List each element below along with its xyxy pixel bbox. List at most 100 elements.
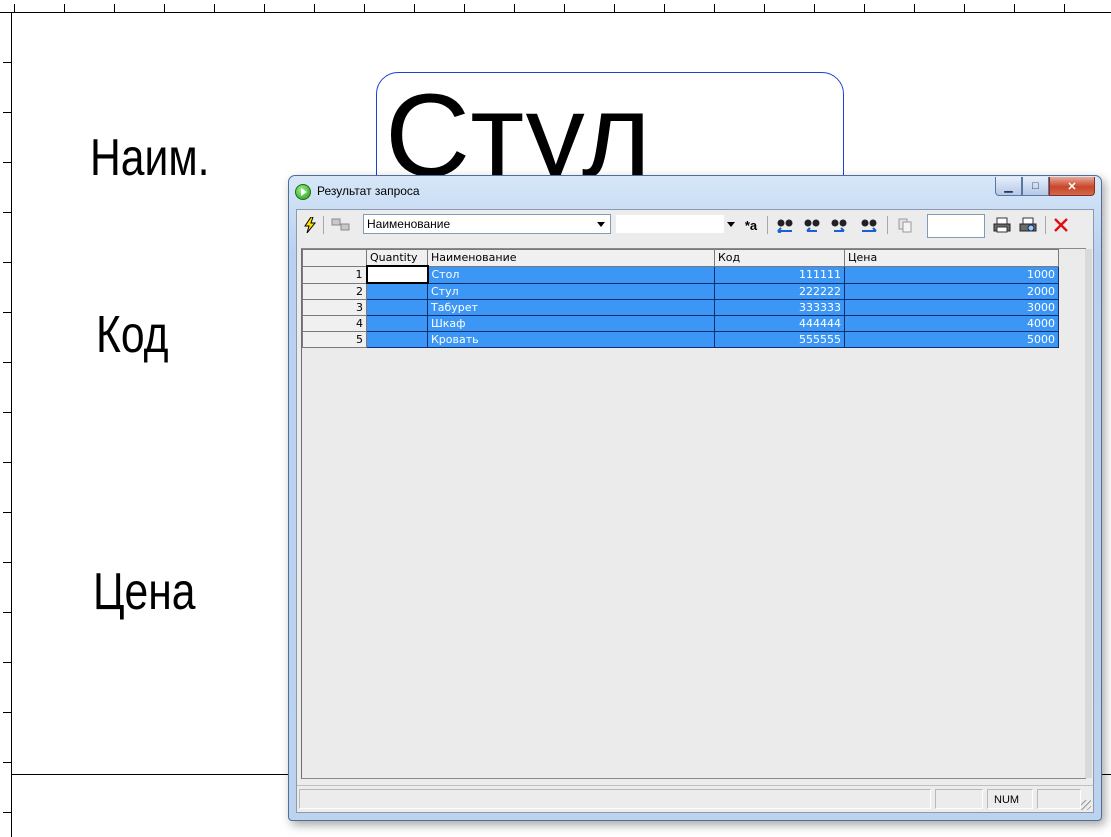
ruler-tick (264, 4, 265, 12)
code-cell[interactable]: 333333 (714, 299, 845, 316)
ruler-tick (564, 4, 565, 12)
label-price[interactable]: Цена (93, 562, 196, 622)
price-cell[interactable]: 2000 (844, 282, 1059, 300)
column-header-code[interactable]: Код (714, 249, 845, 267)
price-cell[interactable]: 1000 (844, 265, 1059, 284)
code-cell[interactable]: 444444 (714, 315, 845, 332)
code-cell[interactable]: 555555 (714, 331, 845, 348)
row-number-cell[interactable]: 5 (302, 331, 367, 348)
name-cell[interactable]: Стол (427, 265, 715, 284)
ruler-tick (314, 4, 315, 12)
search-input[interactable] (615, 214, 725, 234)
toolbar: Наименование *a (297, 210, 1093, 241)
vertical-ruler (0, 12, 12, 837)
ruler-tick (364, 4, 365, 12)
copy-icon[interactable] (893, 215, 917, 235)
status-bar: NUM (297, 785, 1093, 812)
ruler-tick (764, 4, 765, 12)
window-title: Результат запроса (317, 184, 420, 198)
ruler-tick (614, 4, 615, 12)
ruler-tick (3, 662, 11, 663)
code-cell[interactable]: 222222 (714, 282, 845, 300)
quantity-cell[interactable] (366, 282, 428, 300)
price-cell[interactable]: 3000 (844, 299, 1059, 316)
status-pane-main (299, 789, 931, 809)
window-client-area: Наименование *a Quantity Наименование Ко… (296, 209, 1094, 813)
table-row[interactable]: 1 Стол 111111 1000 (302, 265, 1059, 284)
name-cell[interactable]: Табурет (427, 299, 715, 316)
table-body: 1 Стол 111111 1000 2 Стул 222222 2000 3 Табурет 33… (302, 265, 1059, 348)
label-name[interactable]: Наим. (90, 128, 209, 188)
column-header-name[interactable]: Наименование (427, 249, 715, 267)
quantity-cell[interactable] (366, 331, 428, 348)
name-cell[interactable]: Кровать (427, 331, 715, 348)
table-row[interactable]: 2 Стул 222222 2000 (302, 282, 1059, 300)
ruler-tick (3, 462, 11, 463)
ruler-tick (214, 4, 215, 12)
ruler-tick (3, 312, 11, 313)
table-row[interactable]: 3 Табурет 333333 3000 (302, 299, 1059, 316)
filter-icon[interactable] (327, 215, 357, 235)
result-grid[interactable]: Quantity Наименование Код Цена 1 Стол 1111… (301, 248, 1092, 779)
ruler-tick (414, 4, 415, 12)
row-number-cell[interactable]: 2 (302, 282, 367, 300)
title-bar[interactable]: Результат запроса ▁ □ ✕ (289, 176, 1101, 208)
caption-buttons: ▁ □ ✕ (995, 177, 1095, 197)
ruler-tick (64, 4, 65, 12)
label-code[interactable]: Код (96, 305, 169, 365)
table-row[interactable]: 5 Кровать 555555 5000 (302, 331, 1059, 348)
price-cell[interactable]: 5000 (844, 331, 1059, 348)
query-result-window[interactable]: Результат запроса ▁ □ ✕ Наименование *a (288, 175, 1102, 821)
toolbar-separator (887, 216, 888, 234)
resize-grip-icon[interactable] (1081, 800, 1091, 810)
print-icon[interactable] (990, 215, 1014, 235)
result-table: Quantity Наименование Код Цена 1 Стол 1111… (302, 249, 1059, 348)
row-number-cell[interactable]: 1 (302, 265, 367, 284)
search-dropdown-icon[interactable] (727, 222, 735, 227)
quantity-cell[interactable] (366, 315, 428, 332)
ruler-tick (864, 4, 865, 12)
horizontal-ruler (0, 0, 1111, 13)
quantity-cell[interactable] (366, 299, 428, 316)
status-pane-blank (935, 789, 983, 809)
row-number-cell[interactable]: 4 (302, 315, 367, 332)
print-preview-icon[interactable] (1016, 215, 1040, 235)
maximize-button[interactable]: □ (1022, 177, 1049, 196)
column-header-quantity[interactable]: Quantity (366, 249, 428, 267)
minimize-button[interactable]: ▁ (995, 177, 1022, 196)
ruler-tick (514, 4, 515, 12)
column-header-price[interactable]: Цена (844, 249, 1059, 267)
ruler-tick (714, 4, 715, 12)
value-input[interactable] (927, 214, 985, 238)
find-next-icon[interactable] (827, 215, 851, 235)
lightning-icon[interactable] (301, 215, 319, 235)
column-header-rownum[interactable] (302, 249, 367, 267)
find-prev-icon[interactable] (800, 215, 824, 235)
quantity-cell[interactable] (365, 265, 429, 284)
close-x-icon[interactable] (1049, 215, 1073, 235)
close-button[interactable]: ✕ (1049, 177, 1095, 196)
code-cell[interactable]: 111111 (714, 265, 845, 284)
ruler-tick (3, 562, 11, 563)
maximize-icon: □ (1032, 180, 1039, 192)
field-select-value: Наименование (367, 217, 451, 231)
field-select[interactable]: Наименование (363, 214, 611, 234)
price-cell[interactable]: 4000 (844, 315, 1059, 332)
case-sensitive-toggle[interactable]: *a (739, 215, 763, 235)
find-first-icon[interactable] (773, 215, 797, 235)
vertical-scrollbar[interactable] (1085, 249, 1092, 778)
case-sensitive-label: *a (744, 217, 758, 233)
row-number-cell[interactable]: 3 (302, 299, 367, 316)
ruler-tick (3, 162, 11, 163)
header-row: Quantity Наименование Код Цена (302, 249, 1059, 267)
find-last-icon[interactable] (857, 215, 881, 235)
play-icon (295, 184, 311, 200)
ruler-tick (3, 512, 11, 513)
ruler-tick (3, 212, 11, 213)
ruler-tick (3, 62, 11, 63)
ruler-tick (814, 4, 815, 12)
name-cell[interactable]: Стул (427, 282, 715, 300)
status-pane-extra (1037, 789, 1081, 809)
name-cell[interactable]: Шкаф (427, 315, 715, 332)
table-row[interactable]: 4 Шкаф 444444 4000 (302, 315, 1059, 332)
